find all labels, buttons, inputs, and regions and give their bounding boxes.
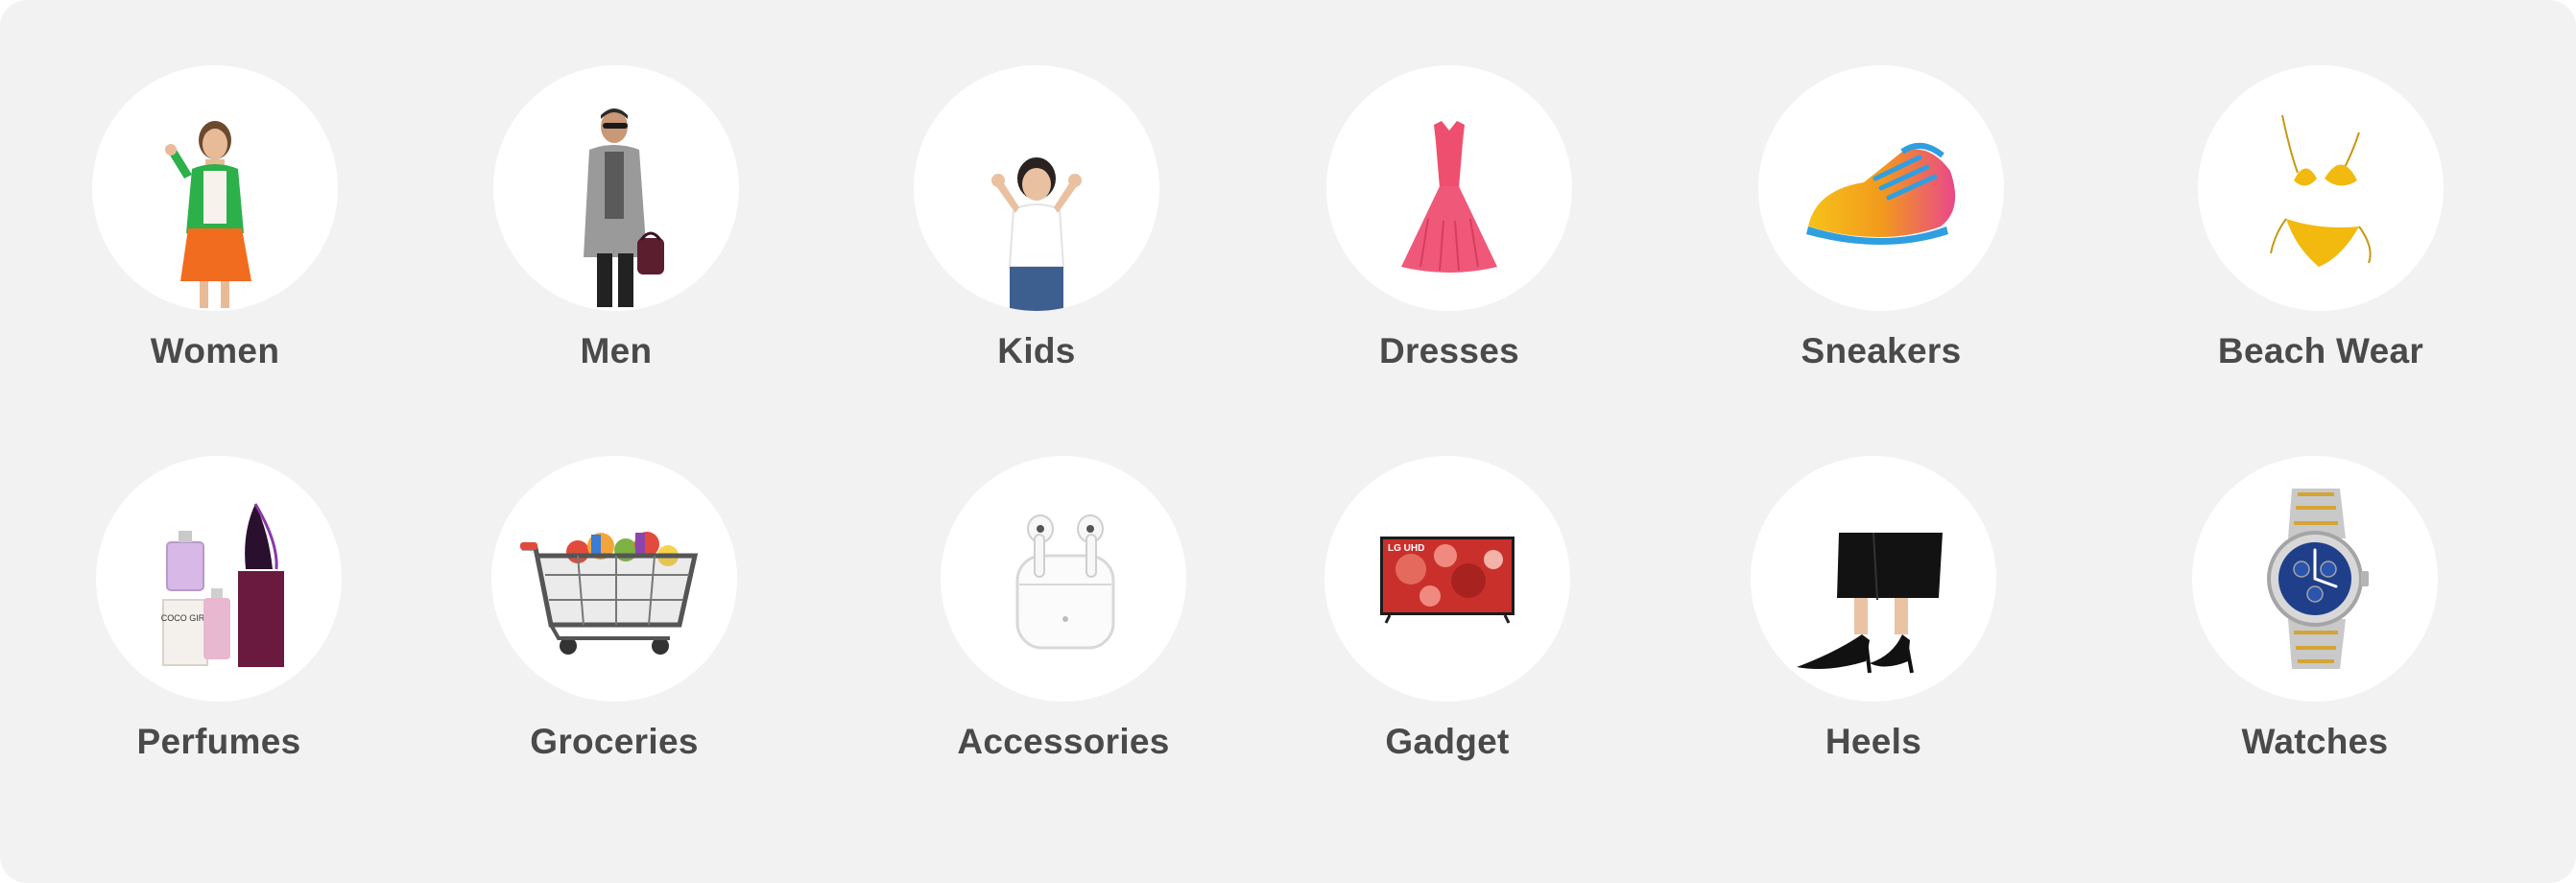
- woman-icon: [165, 121, 251, 308]
- category-dresses-label: Dresses: [1378, 331, 1520, 370]
- tv-brand-text: LG UHD: [1388, 543, 1424, 554]
- category-sneakers[interactable]: Sneakers: [1758, 65, 2004, 382]
- earbuds-icon: [1015, 514, 1115, 650]
- dress-icon: [1401, 121, 1497, 273]
- category-dresses[interactable]: Dresses: [1326, 65, 1572, 382]
- category-panel: Women Men Kids Dresses Sneakers Beach We…: [0, 0, 2576, 883]
- category-heels-label: Heels: [1825, 722, 1922, 761]
- bikini-icon: [2270, 114, 2372, 267]
- category-women[interactable]: Women: [92, 65, 338, 382]
- category-watches-label: Watches: [2241, 722, 2389, 761]
- category-perfumes-image: COCO GIRL: [96, 456, 342, 702]
- category-men-label: Men: [580, 331, 653, 370]
- category-accessories-label: Accessories: [957, 722, 1170, 761]
- category-dresses-image: [1326, 65, 1572, 311]
- category-heels-image: [1751, 456, 1996, 702]
- category-kids[interactable]: Kids: [914, 65, 1159, 382]
- category-accessories-image: [941, 456, 1186, 702]
- category-gadget-label: Gadget: [1385, 722, 1510, 761]
- category-kids-image: [914, 65, 1159, 311]
- shopping-cart-icon: [520, 532, 699, 655]
- category-gadget-image: LG UHD: [1324, 456, 1570, 702]
- category-men[interactable]: Men: [493, 65, 739, 382]
- television-icon: LG UHD: [1380, 537, 1515, 624]
- category-women-image: [92, 65, 338, 311]
- kid-icon: [991, 157, 1082, 311]
- category-watches[interactable]: Watches: [2192, 456, 2438, 773]
- man-icon: [584, 108, 664, 307]
- category-groceries-label: Groceries: [530, 722, 699, 761]
- category-beach-wear[interactable]: Beach Wear: [2198, 65, 2444, 382]
- category-beach-wear-image: [2198, 65, 2444, 311]
- category-heels[interactable]: Heels: [1751, 456, 1996, 773]
- category-perfumes-label: Perfumes: [136, 722, 301, 761]
- category-beach-wear-label: Beach Wear: [2217, 331, 2424, 370]
- perfume-box-text: COCO GIRL: [161, 613, 210, 623]
- perfume-icon: COCO GIRL: [161, 503, 284, 667]
- category-perfumes[interactable]: COCO GIRL Perfumes: [96, 456, 342, 773]
- watch-icon: [2267, 489, 2369, 669]
- category-sneakers-image: [1758, 65, 2004, 311]
- category-groceries-image: [491, 456, 737, 702]
- category-watches-image: [2192, 456, 2438, 702]
- category-accessories[interactable]: Accessories: [941, 456, 1186, 773]
- category-kids-label: Kids: [997, 331, 1076, 370]
- category-women-label: Women: [150, 331, 280, 370]
- category-sneakers-label: Sneakers: [1801, 331, 1962, 370]
- category-men-image: [493, 65, 739, 311]
- sneaker-icon: [1806, 143, 1956, 245]
- category-groceries[interactable]: Groceries: [491, 456, 737, 773]
- category-gadget[interactable]: LG UHD Gadget: [1324, 456, 1570, 773]
- heels-icon: [1797, 532, 1943, 674]
